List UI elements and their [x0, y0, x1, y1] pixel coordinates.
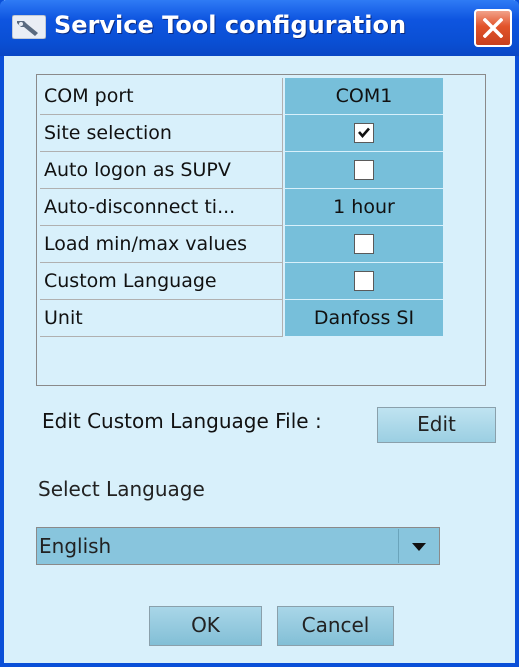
wrench-icon [11, 14, 47, 40]
property-label: Site selection [40, 115, 283, 152]
property-label: Load min/max values [40, 226, 283, 263]
select-language-label: Select Language [38, 477, 205, 501]
table-row-auto-logon: Auto logon as SUPV [40, 152, 480, 190]
chevron-down-icon [412, 543, 426, 551]
cancel-button[interactable]: Cancel [277, 606, 394, 646]
title-bar[interactable]: Service Tool configuration [0, 0, 519, 56]
unit-value[interactable]: Danfoss SI [285, 300, 443, 337]
site-selection-checkbox[interactable] [354, 123, 374, 143]
dropdown-arrow-button[interactable] [398, 529, 438, 563]
table-row-custom-language: Custom Language [40, 263, 480, 301]
property-label: Unit [40, 300, 283, 337]
load-min-max-checkbox[interactable] [354, 234, 374, 254]
auto-logon-checkbox[interactable] [354, 160, 374, 180]
language-selected-value: English [39, 534, 112, 558]
load-min-max-cell [285, 226, 443, 263]
auto-logon-cell [285, 152, 443, 189]
table-row-auto-disconnect: Auto-disconnect ti... 1 hour [40, 189, 480, 227]
edit-custom-language-label: Edit Custom Language File : [42, 409, 322, 433]
site-selection-cell [285, 115, 443, 152]
property-label: Auto logon as SUPV [40, 152, 283, 189]
check-icon [358, 127, 370, 138]
properties-table: COM port COM1 Site selection Auto logon … [36, 74, 486, 386]
ok-button[interactable]: OK [149, 606, 262, 646]
close-button[interactable] [474, 9, 512, 47]
property-label: COM port [40, 78, 283, 115]
table-row-site-selection: Site selection [40, 115, 480, 153]
property-label: Auto-disconnect ti... [40, 189, 283, 226]
table-row-unit: Unit Danfoss SI [40, 300, 480, 338]
table-row-com-port: COM port COM1 [40, 78, 480, 116]
custom-language-checkbox[interactable] [354, 271, 374, 291]
com-port-value[interactable]: COM1 [285, 78, 443, 115]
window-title: Service Tool configuration [54, 11, 407, 39]
table-row-load-min-max: Load min/max values [40, 226, 480, 264]
custom-language-cell [285, 263, 443, 300]
property-label: Custom Language [40, 263, 283, 300]
edit-button[interactable]: Edit [377, 407, 496, 443]
auto-disconnect-value[interactable]: 1 hour [285, 189, 443, 226]
language-dropdown[interactable]: English [36, 527, 440, 565]
